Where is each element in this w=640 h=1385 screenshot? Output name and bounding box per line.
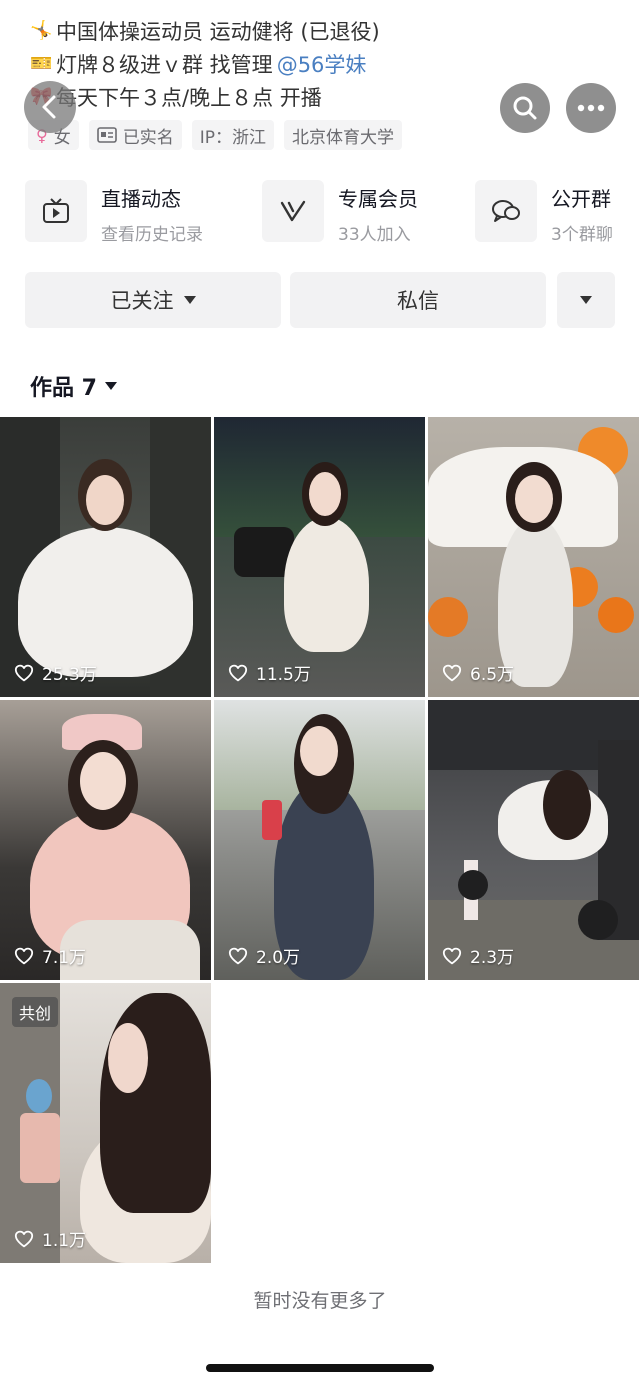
v-member-icon (262, 180, 324, 242)
back-button[interactable] (24, 81, 76, 133)
like-count: 25.3万 (14, 660, 97, 685)
co-create-badge: 共创 (12, 997, 59, 1027)
caret-down-icon (580, 296, 592, 304)
ip-tag: IP：浙江 (191, 120, 274, 150)
chevron-left-icon (42, 95, 56, 119)
like-count: 2.0万 (228, 943, 300, 968)
like-count: 1.1万 (14, 1226, 86, 1251)
like-count: 6.5万 (442, 660, 514, 685)
heart-icon (228, 664, 248, 681)
verified-tag: 已实名 (88, 120, 182, 150)
bio-line-2: 🎫 灯牌８级进ｖ群 找管理 @56学妹 (30, 47, 500, 80)
video-thumbnail[interactable]: 11.5万 (214, 417, 425, 697)
heart-icon (442, 947, 462, 964)
like-count: 11.5万 (228, 660, 311, 685)
profile-bio: 🤸 中国体操运动员 运动健将 (已退役) 🎫 灯牌８级进ｖ群 找管理 @56学妹… (30, 14, 500, 113)
like-count-text: 25.3万 (42, 665, 97, 685)
services-row: 直播动态 查看历史记录 专属会员 33人加入 公开群 3个群聊 (0, 180, 640, 245)
bio-line-3-text: 每天下午３点/晚上８点 开播 (56, 85, 322, 110)
bio-line-1-text: 中国体操运动员 运动健将 (已退役) (56, 19, 380, 44)
like-count-text: 7.1万 (42, 948, 87, 968)
more-dots-icon (577, 104, 605, 112)
heart-icon (228, 947, 248, 964)
video-thumbnail[interactable]: 7.1万 (0, 700, 211, 980)
no-more-text: 暂时没有更多了 (253, 1290, 387, 1312)
more-button[interactable] (566, 83, 616, 133)
message-label: 私信 (397, 289, 439, 313)
chat-group-icon (475, 180, 537, 242)
recommend-dropdown-button[interactable] (557, 272, 615, 328)
message-button[interactable]: 私信 (290, 272, 546, 328)
heart-icon (442, 664, 462, 681)
service-subtitle: 33人加入 (338, 225, 411, 245)
video-thumbnail[interactable]: 共创 1.1万 (0, 983, 211, 1263)
school-label: 北京体育大学 (291, 127, 394, 148)
works-tab[interactable]: 作品 7 (30, 370, 117, 402)
profile-tags: ♀ 女 已实名 IP：浙江 北京体育大学 (28, 120, 402, 150)
service-title: 公开群 (551, 187, 611, 211)
following-label: 已关注 (110, 289, 174, 313)
service-membership[interactable]: 专属会员 33人加入 (262, 180, 418, 245)
like-count-text: 6.5万 (470, 665, 515, 685)
heart-icon (14, 1230, 34, 1247)
heart-icon (14, 664, 34, 681)
caret-down-icon (104, 382, 117, 390)
following-button[interactable]: 已关注 (25, 272, 281, 328)
video-thumbnail[interactable]: 6.5万 (428, 417, 639, 697)
service-subtitle: 3个群聊 (551, 225, 613, 245)
ip-label: IP：浙江 (199, 127, 266, 148)
search-button[interactable] (500, 83, 550, 133)
service-public-group[interactable]: 公开群 3个群聊 (475, 180, 613, 245)
works-label: 作品 7 (30, 376, 97, 401)
video-thumbnail[interactable]: 2.0万 (214, 700, 425, 980)
bio-line-2-text: 灯牌８级进ｖ群 找管理 (56, 52, 273, 77)
like-count: 7.1万 (14, 943, 86, 968)
video-thumbnail[interactable]: 25.3万 (0, 417, 211, 697)
bio-line-1: 🤸 中国体操运动员 运动健将 (已退役) (30, 14, 500, 47)
service-subtitle: 查看历史记录 (101, 225, 203, 245)
like-count-text: 2.0万 (256, 948, 301, 968)
ticket-emoji-icon: 🎫 (30, 53, 53, 74)
school-tag[interactable]: 北京体育大学 (283, 120, 402, 150)
mention-link[interactable]: @56学妹 (277, 49, 367, 79)
video-thumbnail[interactable]: 2.3万 (428, 700, 639, 980)
tv-icon (25, 180, 87, 242)
like-count-text: 11.5万 (256, 665, 311, 685)
like-count-text: 2.3万 (470, 948, 515, 968)
service-live-history[interactable]: 直播动态 查看历史记录 (25, 180, 203, 245)
service-title: 直播动态 (101, 187, 181, 211)
verified-label: 已实名 (122, 127, 174, 148)
home-indicator[interactable] (206, 1364, 434, 1372)
caret-down-icon (183, 296, 196, 304)
id-card-icon (96, 127, 117, 143)
service-title: 专属会员 (338, 187, 418, 211)
heart-icon (14, 947, 34, 964)
gymnast-emoji-icon: 🤸 (30, 20, 53, 41)
like-count: 2.3万 (442, 943, 514, 968)
like-count-text: 1.1万 (42, 1231, 87, 1251)
search-icon (513, 96, 537, 120)
bio-line-3: 🎀 每天下午３点/晚上８点 开播 (30, 80, 500, 113)
